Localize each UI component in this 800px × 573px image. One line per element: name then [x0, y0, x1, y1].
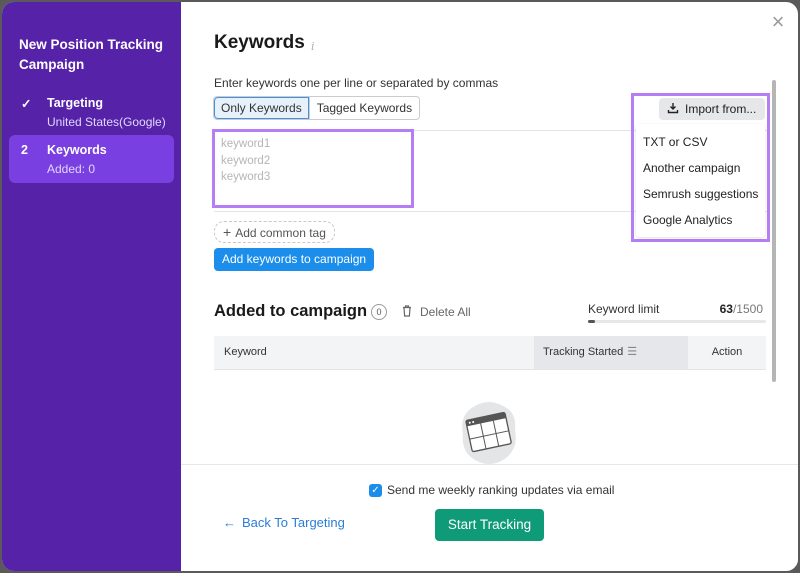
keyword-limit-label: Keyword limit [588, 302, 660, 316]
import-dropdown: TXT or CSV Another campaign Semrush sugg… [636, 124, 765, 237]
column-keyword[interactable]: Keyword [224, 336, 267, 369]
added-to-campaign-title: Added to campaign [214, 302, 368, 320]
import-from-button[interactable]: Import from... [659, 98, 765, 120]
keyword-limit-fill [588, 320, 596, 323]
keyword-mode-tabs: Only Keywords Tagged Keywords [213, 96, 421, 120]
keyword-limit-value: 63/1500 [720, 302, 763, 316]
step-targeting[interactable]: ✓ Targeting United States(Google) [9, 88, 174, 133]
keywords-hint: Enter keywords one per line or separated… [214, 76, 499, 90]
back-to-targeting-link[interactable]: ← Back To Targeting [223, 515, 345, 530]
close-icon[interactable]: × [768, 11, 788, 33]
import-option-another-campaign[interactable]: Another campaign [643, 161, 740, 175]
limit-total: /1500 [732, 302, 763, 316]
wizard-sidebar: New Position Tracking Campaign ✓ Targeti… [2, 2, 181, 571]
step-label: Targeting [47, 96, 104, 110]
page-title: Keywords [214, 32, 305, 53]
sort-icon[interactable]: ☰ [627, 346, 637, 358]
limit-used: 63 [719, 302, 733, 316]
plus-icon: + [223, 224, 232, 240]
added-count-badge: 0 [371, 304, 387, 320]
placeholder-line: keyword1 [221, 138, 271, 150]
add-common-tag-button[interactable]: + Add common tag [214, 221, 335, 243]
import-option-google-analytics[interactable]: Google Analytics [643, 213, 732, 227]
keywords-placeholder: keyword1 keyword2 keyword3 [221, 136, 270, 186]
tab-tagged-keywords[interactable]: Tagged Keywords [308, 97, 419, 119]
download-icon [667, 98, 679, 120]
back-link-label: Back To Targeting [242, 515, 345, 530]
column-tracking-started[interactable]: Tracking Started ☰ [534, 336, 688, 369]
column-label: Tracking Started [543, 346, 624, 358]
step-subtitle: United States(Google) [47, 115, 166, 129]
column-action: Action [711, 346, 743, 358]
email-updates-checkbox[interactable]: ✓ [369, 484, 382, 497]
empty-table-icon [462, 402, 516, 464]
placeholder-line: keyword3 [221, 171, 271, 183]
step-subtitle: Added: 0 [47, 162, 96, 176]
content-scrollbar[interactable] [772, 80, 776, 382]
info-icon[interactable]: i [311, 40, 315, 53]
footer-bar: ✓ Send me weekly ranking updates via ema… [181, 464, 798, 571]
import-option-semrush-suggestions[interactable]: Semrush suggestions [643, 187, 758, 201]
check-icon: ✓ [21, 97, 32, 111]
add-common-tag-label: Add common tag [235, 226, 326, 240]
main-panel: × Keywords i Enter keywords one per line… [181, 2, 798, 571]
add-keywords-button[interactable]: Add keywords to campaign [214, 248, 375, 271]
import-option-txt-csv[interactable]: TXT or CSV [643, 135, 707, 149]
wizard-title: New Position Tracking Campaign [19, 37, 164, 72]
arrow-left-icon: ← [223, 515, 236, 530]
keywords-table-header: Keyword Tracking Started ☰ Action [214, 336, 766, 370]
delete-all-button[interactable]: Delete All [420, 305, 471, 319]
placeholder-line: keyword2 [221, 154, 271, 167]
trash-icon[interactable] [402, 305, 412, 317]
step-keywords[interactable]: 2 Keywords Added: 0 [9, 135, 174, 183]
email-updates-label[interactable]: Send me weekly ranking updates via email [387, 483, 614, 497]
keyword-limit-bar [588, 320, 766, 323]
tab-only-keywords[interactable]: Only Keywords [214, 97, 309, 119]
step-label: Keywords [47, 143, 107, 157]
import-from-label: Import from... [685, 102, 757, 116]
start-tracking-button[interactable]: Start Tracking [435, 509, 544, 541]
campaign-modal: New Position Tracking Campaign ✓ Targeti… [2, 2, 798, 571]
step-number: 2 [21, 143, 28, 157]
